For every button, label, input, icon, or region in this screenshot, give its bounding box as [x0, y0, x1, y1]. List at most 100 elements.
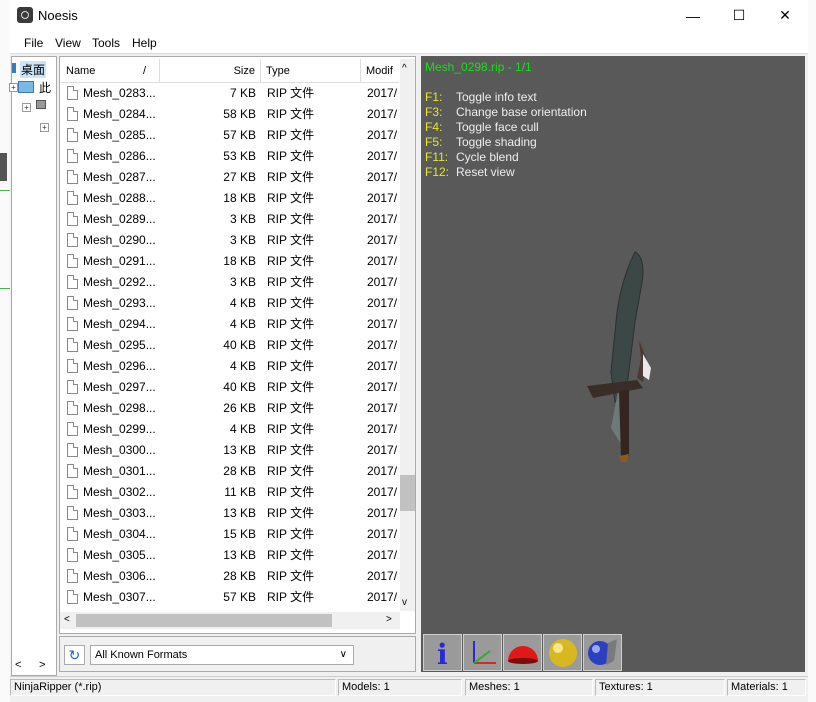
scroll-right-icon[interactable]: >	[386, 614, 392, 625]
file-name: Mesh_0284...	[83, 107, 156, 121]
file-type: RIP 文件	[267, 317, 315, 331]
refresh-button[interactable]: ↻	[64, 645, 85, 665]
file-row[interactable]: Mesh_0301... 28 KB RIP 文件 2017/	[60, 461, 400, 482]
file-type: RIP 文件	[267, 296, 315, 310]
file-row[interactable]: Mesh_0292... 3 KB RIP 文件 2017/	[60, 272, 400, 293]
material-button[interactable]	[583, 634, 622, 671]
file-icon	[67, 590, 78, 604]
tree-item-desktop[interactable]: 桌面	[12, 60, 48, 78]
viewport-toolbar: i	[421, 632, 805, 672]
scroll-thumb[interactable]	[400, 475, 415, 511]
file-row[interactable]: Mesh_0291... 18 KB RIP 文件 2017/	[60, 251, 400, 272]
file-date: 2017/	[367, 569, 398, 583]
status-models: Models: 1	[338, 679, 462, 696]
file-row[interactable]: Mesh_0300... 13 KB RIP 文件 2017/	[60, 440, 400, 461]
file-row[interactable]: Mesh_0286... 53 KB RIP 文件 2017/	[60, 146, 400, 167]
file-size: 13 KB	[223, 506, 256, 520]
menu-file[interactable]: File	[24, 36, 43, 50]
file-row[interactable]: Mesh_0306... 28 KB RIP 文件 2017/	[60, 566, 400, 587]
file-date: 2017/	[367, 590, 398, 604]
file-row[interactable]: Mesh_0293... 4 KB RIP 文件 2017/	[60, 293, 400, 314]
file-size: 4 KB	[229, 359, 256, 373]
file-size: 27 KB	[223, 170, 256, 184]
format-select[interactable]: All Known Formats ∨	[90, 645, 354, 665]
file-row[interactable]: Mesh_0298... 26 KB RIP 文件 2017/	[60, 398, 400, 419]
minimize-button[interactable]: —	[670, 0, 716, 31]
menu-tools[interactable]: Tools	[92, 36, 120, 50]
tree-expand-icon[interactable]: +	[22, 103, 31, 112]
file-row[interactable]: Mesh_0305... 13 KB RIP 文件 2017/	[60, 545, 400, 566]
preview-viewport[interactable]: Mesh_0298.rip - 1/1 F1: Toggle info text …	[421, 56, 805, 632]
horizontal-scrollbar[interactable]: < >	[60, 612, 400, 629]
file-icon	[67, 569, 78, 583]
file-row[interactable]: Mesh_0283... 7 KB RIP 文件 2017/	[60, 83, 400, 104]
tree-expand-icon[interactable]: +	[40, 123, 49, 132]
file-name: Mesh_0283...	[83, 86, 156, 100]
shading-button[interactable]	[543, 634, 582, 671]
tree-scroll-right-icon[interactable]: >	[39, 659, 45, 671]
background-block	[0, 153, 7, 181]
file-row[interactable]: Mesh_0304... 15 KB RIP 文件 2017/	[60, 524, 400, 545]
file-row[interactable]: Mesh_0285... 57 KB RIP 文件 2017/	[60, 125, 400, 146]
tree-item-this-pc[interactable]: 此	[39, 79, 51, 96]
info-button[interactable]: i	[423, 634, 462, 671]
menu-view[interactable]: View	[55, 36, 81, 50]
tree-expand-icon[interactable]: +	[9, 83, 18, 92]
file-icon	[67, 464, 78, 478]
file-row[interactable]: Mesh_0294... 4 KB RIP 文件 2017/	[60, 314, 400, 335]
hscroll-thumb[interactable]	[76, 614, 332, 627]
vertical-scrollbar[interactable]: ^ v	[400, 59, 415, 611]
axis-button[interactable]	[463, 634, 502, 671]
file-date: 2017/	[367, 212, 398, 226]
tree-scroll-left-icon[interactable]: <	[15, 659, 21, 671]
file-row[interactable]: Mesh_0297... 40 KB RIP 文件 2017/	[60, 377, 400, 398]
file-row[interactable]: Mesh_0302... 11 KB RIP 文件 2017/	[60, 482, 400, 503]
file-size: 57 KB	[223, 128, 256, 142]
close-button[interactable]: ✕	[762, 0, 808, 31]
file-row[interactable]: Mesh_0288... 18 KB RIP 文件 2017/	[60, 188, 400, 209]
column-name[interactable]: Name /	[61, 59, 160, 83]
sword-highlight	[643, 354, 651, 380]
title-bar[interactable]: Noesis — ☐ ✕	[10, 0, 808, 31]
menu-help[interactable]: Help	[132, 36, 157, 50]
scroll-left-icon[interactable]: <	[64, 614, 70, 625]
dome-button[interactable]	[503, 634, 542, 671]
file-size: 53 KB	[223, 149, 256, 163]
file-icon	[67, 317, 78, 331]
file-size: 18 KB	[223, 191, 256, 205]
file-icon	[67, 443, 78, 457]
file-name: Mesh_0300...	[83, 443, 156, 457]
maximize-button[interactable]: ☐	[716, 0, 762, 31]
format-select-value: All Known Formats	[95, 649, 188, 661]
file-row[interactable]: Mesh_0284... 58 KB RIP 文件 2017/	[60, 104, 400, 125]
file-name: Mesh_0289...	[83, 212, 156, 226]
file-date: 2017/	[367, 485, 398, 499]
file-type: RIP 文件	[267, 464, 315, 478]
file-row[interactable]: Mesh_0299... 4 KB RIP 文件 2017/	[60, 419, 400, 440]
file-name: Mesh_0295...	[83, 338, 156, 352]
scroll-up-icon[interactable]: ^	[402, 63, 407, 74]
file-row[interactable]: Mesh_0296... 4 KB RIP 文件 2017/	[60, 356, 400, 377]
column-name-label: Name	[66, 65, 96, 77]
file-row[interactable]: Mesh_0303... 13 KB RIP 文件 2017/	[60, 503, 400, 524]
scroll-down-icon[interactable]: v	[402, 597, 407, 608]
file-date: 2017/	[367, 338, 398, 352]
file-row[interactable]: Mesh_0307... 57 KB RIP 文件 2017/	[60, 587, 400, 608]
column-size[interactable]: Size	[160, 59, 261, 83]
file-row[interactable]: Mesh_0295... 40 KB RIP 文件 2017/	[60, 335, 400, 356]
file-type: RIP 文件	[267, 212, 315, 226]
folder-tree[interactable]: 桌面 + 此 + + < >	[9, 56, 57, 676]
column-type[interactable]: Type	[261, 59, 361, 83]
file-row[interactable]: Mesh_0287... 27 KB RIP 文件 2017/	[60, 167, 400, 188]
file-size: 13 KB	[223, 443, 256, 457]
file-row[interactable]: Mesh_0289... 3 KB RIP 文件 2017/	[60, 209, 400, 230]
file-icon	[67, 548, 78, 562]
file-name: Mesh_0304...	[83, 527, 156, 541]
sword-model	[587, 251, 651, 462]
file-icon	[67, 212, 78, 226]
noesis-app-icon	[17, 7, 33, 23]
column-modified[interactable]: Modif	[361, 59, 399, 83]
file-name: Mesh_0294...	[83, 317, 156, 331]
file-size: 4 KB	[229, 296, 256, 310]
file-row[interactable]: Mesh_0290... 3 KB RIP 文件 2017/	[60, 230, 400, 251]
